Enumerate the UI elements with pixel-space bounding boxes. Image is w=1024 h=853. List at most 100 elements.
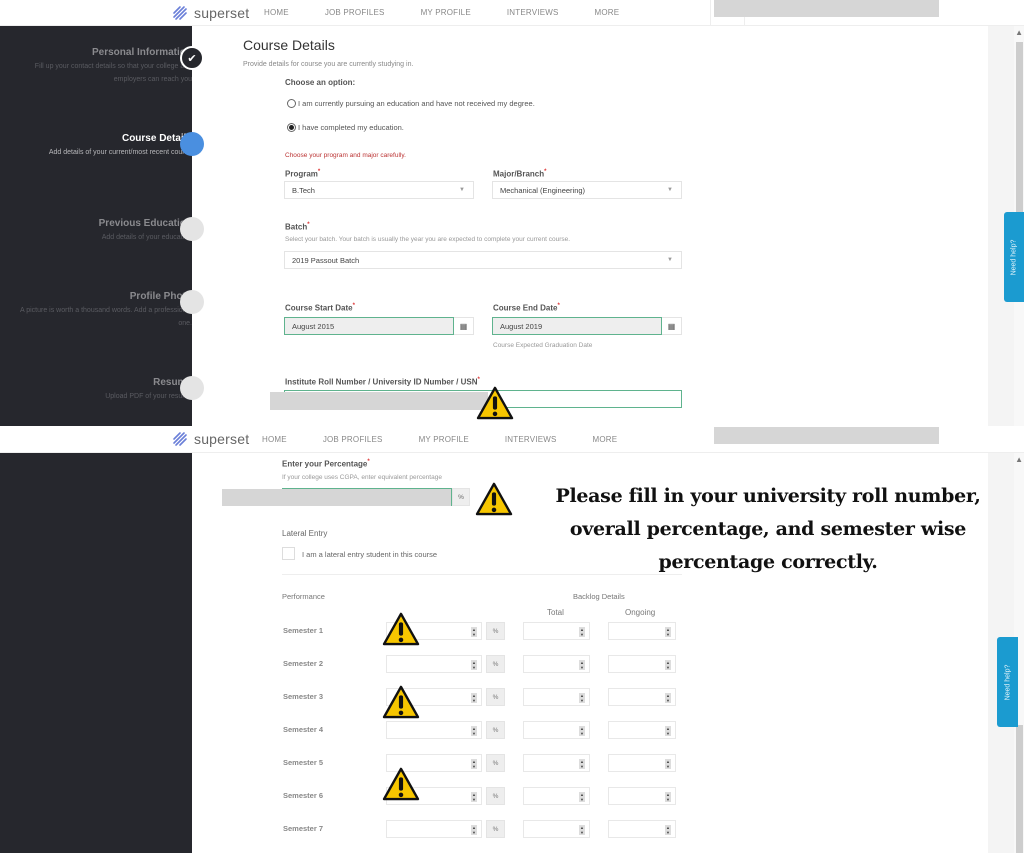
step-course-details[interactable]: Course Details Add details of your curre… bbox=[12, 133, 192, 159]
nav-home[interactable]: HOME bbox=[262, 435, 287, 444]
start-date-picker[interactable]: August 2015 ▦ bbox=[284, 317, 474, 335]
program-label: Program* bbox=[285, 169, 320, 179]
nav-my-profile[interactable]: MY PROFILE bbox=[421, 8, 471, 17]
spinner-icon[interactable]: ▲ ▼ bbox=[665, 726, 671, 736]
spinner-icon[interactable]: ▲ ▼ bbox=[579, 693, 585, 703]
backlog-ongoing-input[interactable]: ▲ ▼ bbox=[608, 754, 676, 772]
calendar-icon[interactable]: ▦ bbox=[454, 317, 474, 335]
lateral-entry-checkbox-label: I am a lateral entry student in this cou… bbox=[302, 550, 438, 559]
scroll-up-arrow-icon[interactable]: ▲ bbox=[1015, 455, 1023, 464]
percentage-hint: If your college uses CGPA, enter equival… bbox=[282, 474, 442, 481]
choose-option-label: Choose an option: bbox=[285, 78, 356, 87]
spinner-icon[interactable]: ▲ ▼ bbox=[579, 825, 585, 835]
step-title: Course Details bbox=[121, 133, 192, 144]
end-date-picker[interactable]: August 2019 ▦ bbox=[492, 317, 682, 335]
spinner-icon[interactable]: ▲ ▼ bbox=[471, 627, 477, 637]
progress-sidebar bbox=[0, 453, 192, 853]
superset-logo[interactable]: superset bbox=[170, 429, 249, 449]
nav-more[interactable]: MORE bbox=[593, 435, 618, 444]
backlog-ongoing-input[interactable]: ▲ ▼ bbox=[608, 787, 676, 805]
calendar-icon[interactable]: ▦ bbox=[662, 317, 682, 335]
step-personal-information[interactable]: Personal Information Fill up your contac… bbox=[12, 47, 192, 86]
nav-home[interactable]: HOME bbox=[264, 8, 289, 17]
option-label: I have completed my education. bbox=[298, 123, 404, 132]
spinner-icon[interactable]: ▲ ▼ bbox=[579, 792, 585, 802]
spinner-icon[interactable]: ▲ ▼ bbox=[471, 726, 477, 736]
radio-button[interactable] bbox=[287, 99, 296, 108]
step-previous-education[interactable]: Previous Education Add details of your e… bbox=[12, 218, 192, 244]
backlog-total-input[interactable]: ▲ ▼ bbox=[523, 820, 590, 838]
spinner-icon[interactable]: ▲ ▼ bbox=[665, 792, 671, 802]
spinner-icon[interactable]: ▲ ▼ bbox=[471, 660, 477, 670]
spinner-icon[interactable]: ▲ ▼ bbox=[665, 825, 671, 835]
spinner-icon[interactable]: ▲ ▼ bbox=[471, 693, 477, 703]
percent-suffix: % bbox=[486, 655, 505, 673]
top-navbar: superset HOME JOB PROFILES MY PROFILE IN… bbox=[0, 0, 1024, 26]
semester-percentage-input[interactable]: ▲ ▼ bbox=[386, 721, 482, 739]
semester-percentage-input[interactable]: ▲ ▼ bbox=[386, 655, 482, 673]
nav-job-profiles[interactable]: JOB PROFILES bbox=[323, 435, 383, 444]
nav-divider bbox=[710, 0, 711, 26]
backlog-total-input[interactable]: ▲ ▼ bbox=[523, 754, 590, 772]
backlog-ongoing-input[interactable]: ▲ ▼ bbox=[608, 688, 676, 706]
semester-label: Semester 6 bbox=[283, 791, 324, 800]
backlog-total-header: Total bbox=[547, 608, 564, 617]
step-title: Personal Information bbox=[91, 47, 192, 58]
end-date-input[interactable]: August 2019 bbox=[492, 317, 662, 335]
nav-interviews[interactable]: INTERVIEWS bbox=[505, 435, 557, 444]
backlog-total-input[interactable]: ▲ ▼ bbox=[523, 688, 590, 706]
nav-job-profiles[interactable]: JOB PROFILES bbox=[325, 8, 385, 17]
step-profile-photo[interactable]: Profile Photo A picture is worth a thous… bbox=[12, 291, 192, 330]
spinner-icon[interactable]: ▲ ▼ bbox=[579, 726, 585, 736]
spinner-icon[interactable]: ▲ ▼ bbox=[665, 693, 671, 703]
end-date-label: Course End Date* bbox=[493, 303, 560, 313]
lateral-entry-checkbox[interactable] bbox=[282, 547, 295, 560]
nav-my-profile[interactable]: MY PROFILE bbox=[419, 435, 469, 444]
step-desc: Add details of your education bbox=[101, 234, 192, 241]
nav-interviews[interactable]: INTERVIEWS bbox=[507, 8, 559, 17]
superset-logo[interactable]: superset bbox=[170, 3, 249, 23]
spinner-icon[interactable]: ▲ ▼ bbox=[471, 759, 477, 769]
nav-more[interactable]: MORE bbox=[595, 8, 620, 17]
spinner-icon[interactable]: ▲ ▼ bbox=[471, 792, 477, 802]
backlog-ongoing-input[interactable]: ▲ ▼ bbox=[608, 622, 676, 640]
caret-down-icon: ▼ bbox=[667, 257, 673, 263]
need-help-tab[interactable]: Need help? bbox=[997, 637, 1018, 727]
spinner-icon[interactable]: ▲ ▼ bbox=[665, 660, 671, 670]
scroll-thumb[interactable] bbox=[1016, 42, 1023, 212]
option-completed[interactable]: I have completed my education. bbox=[287, 123, 404, 132]
scroll-up-arrow-icon[interactable]: ▲ bbox=[1015, 28, 1023, 37]
spinner-icon[interactable]: ▲ ▼ bbox=[579, 627, 585, 637]
warning-icon bbox=[382, 612, 420, 646]
backlog-total-input[interactable]: ▲ ▼ bbox=[523, 622, 590, 640]
performance-label: Performance bbox=[282, 592, 325, 601]
spinner-icon[interactable]: ▲ ▼ bbox=[579, 660, 585, 670]
semester-percentage-input[interactable]: ▲ ▼ bbox=[386, 820, 482, 838]
radio-button-checked[interactable] bbox=[287, 123, 296, 132]
program-select[interactable]: B.Tech ▼ bbox=[284, 181, 474, 199]
spinner-icon[interactable]: ▲ ▼ bbox=[471, 825, 477, 835]
backlog-total-input[interactable]: ▲ ▼ bbox=[523, 655, 590, 673]
warning-icon bbox=[475, 482, 513, 516]
scroll-thumb[interactable] bbox=[1016, 725, 1023, 853]
step-done-check-icon: ✔ bbox=[180, 46, 204, 70]
start-date-input[interactable]: August 2015 bbox=[284, 317, 454, 335]
warning-icon bbox=[382, 685, 420, 719]
step-resume[interactable]: Resume Upload PDF of your resume bbox=[12, 377, 192, 403]
batch-select[interactable]: 2019 Passout Batch ▼ bbox=[284, 251, 682, 269]
backlog-total-input[interactable]: ▲ ▼ bbox=[523, 721, 590, 739]
spinner-icon[interactable]: ▲ ▼ bbox=[665, 759, 671, 769]
major-label: Major/Branch* bbox=[493, 169, 546, 179]
top-screenshot-panel: superset HOME JOB PROFILES MY PROFILE IN… bbox=[0, 0, 1024, 426]
label-text: Batch bbox=[285, 222, 308, 232]
backlog-ongoing-input[interactable]: ▲ ▼ bbox=[608, 721, 676, 739]
need-help-tab[interactable]: Need help? bbox=[1004, 212, 1024, 302]
spinner-icon[interactable]: ▲ ▼ bbox=[579, 759, 585, 769]
backlog-total-input[interactable]: ▲ ▼ bbox=[523, 787, 590, 805]
backlog-ongoing-input[interactable]: ▲ ▼ bbox=[608, 820, 676, 838]
spinner-icon[interactable]: ▲ ▼ bbox=[665, 627, 671, 637]
required-mark: * bbox=[352, 303, 355, 309]
major-select[interactable]: Mechanical (Engineering) ▼ bbox=[492, 181, 682, 199]
backlog-ongoing-input[interactable]: ▲ ▼ bbox=[608, 655, 676, 673]
option-pursuing[interactable]: I am currently pursuing an education and… bbox=[287, 99, 535, 108]
